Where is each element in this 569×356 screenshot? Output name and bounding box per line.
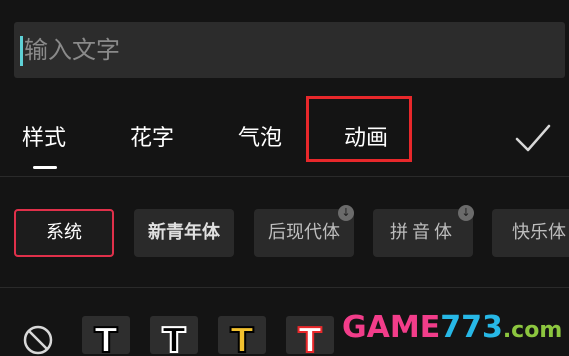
style-tabs: 样式 花字 气泡 动画 [0,100,569,172]
download-icon: ↓ [458,205,474,221]
tab-style[interactable]: 样式 [22,120,66,152]
watermark-part-1: GAME [342,310,441,345]
preset-letter: T [297,321,322,354]
preset-white-black-outline[interactable]: T [82,316,130,354]
preset-white-red-outline[interactable]: T [286,316,334,354]
tab-bubble[interactable]: 气泡 [238,120,282,152]
active-tab-indicator [33,166,57,169]
preset-letter: T [161,321,186,354]
animation-tab-highlight-box [306,96,412,162]
preset-black-white-outline[interactable]: T [150,316,198,354]
watermark-part-2: 773 [440,310,503,345]
divider-bottom [0,287,569,288]
text-caret [20,36,23,66]
preset-letter: T [229,321,254,354]
watermark-part-3: .com [502,318,563,343]
tab-fancy-text[interactable]: 花字 [130,120,174,152]
font-chip-system[interactable]: 系统 [14,209,114,257]
download-icon: ↓ [338,205,354,221]
font-chip-happy[interactable]: 快乐体 [492,209,569,257]
text-input-field[interactable]: 输入文字 [14,22,565,78]
site-watermark: GAME773.com [342,310,562,354]
no-style-icon[interactable] [22,324,54,356]
preset-letter: T [93,321,118,354]
preset-yellow-black-outline[interactable]: T [218,316,266,354]
checkmark-icon[interactable] [515,123,551,153]
font-chip-new-youth[interactable]: 新青年体 [134,209,234,257]
text-input-placeholder: 输入文字 [24,36,120,64]
divider-top [0,176,569,177]
